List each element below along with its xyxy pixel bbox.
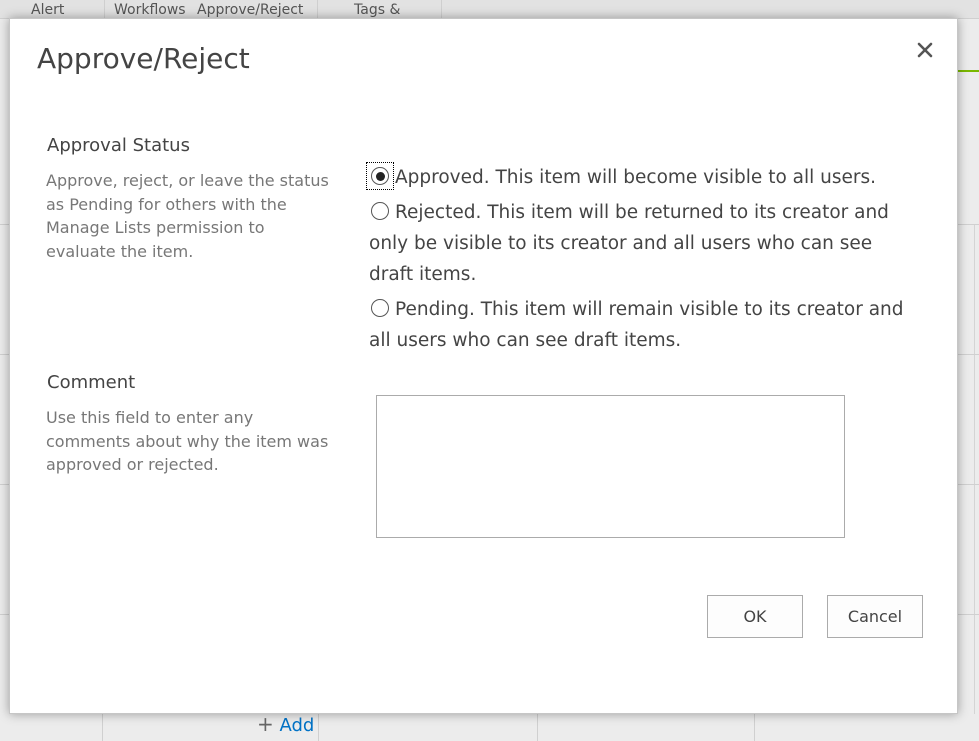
approve-reject-dialog: Approve/Reject Approval Status Approve, … xyxy=(9,18,958,714)
radio-rejected-circle[interactable] xyxy=(371,202,389,220)
ok-button[interactable]: OK xyxy=(707,595,803,638)
background-grid-line xyxy=(957,354,979,355)
cancel-button[interactable]: Cancel xyxy=(827,595,923,638)
radio-approved-circle[interactable] xyxy=(371,167,389,185)
radio-rejected-label[interactable]: Rejected. This item will be returned to … xyxy=(369,202,889,285)
ribbon-tab-approve-reject[interactable]: Approve/Reject xyxy=(197,2,303,18)
radio-option-rejected[interactable]: Rejected. This item will be returned to … xyxy=(369,197,909,290)
close-button[interactable] xyxy=(912,37,938,63)
dialog-title: Approve/Reject xyxy=(37,42,250,75)
comment-description: Use this field to enter any comments abo… xyxy=(46,408,329,474)
add-link-label: Add xyxy=(279,715,315,736)
background-ribbon: Alert Workflows Approve/Reject Tags & xyxy=(0,0,979,19)
comment-textarea[interactable] xyxy=(376,395,845,538)
radio-option-approved[interactable]: Approved. This item will become visible … xyxy=(366,162,909,193)
comment-title: Comment xyxy=(47,372,136,393)
radio-option-pending[interactable]: Pending. This item will remain visible t… xyxy=(369,294,909,356)
background-grid-line xyxy=(0,484,9,485)
background-add-link[interactable]: + Add xyxy=(257,712,314,736)
plus-icon: + xyxy=(257,712,274,736)
background-grid-line xyxy=(0,614,9,615)
background-grid-line xyxy=(754,712,755,741)
ribbon-separator xyxy=(317,0,318,18)
background-grid-line xyxy=(102,712,103,741)
ribbon-tab-tags[interactable]: Tags & xyxy=(354,2,400,18)
background-grid-line xyxy=(318,712,319,741)
background-grid-line xyxy=(0,224,9,225)
background-grid-line xyxy=(537,712,538,741)
radio-rejected[interactable] xyxy=(369,200,391,222)
radio-pending-label[interactable]: Pending. This item will remain visible t… xyxy=(369,299,904,351)
background-grid-line xyxy=(0,354,9,355)
radio-approved-label[interactable]: Approved. This item will become visible … xyxy=(395,167,876,188)
close-icon xyxy=(917,42,933,58)
background-grid-line xyxy=(974,224,975,714)
background-accent-line xyxy=(958,70,979,72)
radio-pending[interactable] xyxy=(369,297,391,319)
approval-status-description: Approve, reject, or leave the status as … xyxy=(46,171,329,261)
background-grid-line xyxy=(957,484,979,485)
ribbon-tab-workflows[interactable]: Workflows xyxy=(114,2,186,18)
radio-pending-circle[interactable] xyxy=(371,299,389,317)
approval-status-title: Approval Status xyxy=(47,135,190,156)
approval-status-radio-group: Approved. This item will become visible … xyxy=(366,162,909,360)
ribbon-separator xyxy=(104,0,105,18)
background-grid-line xyxy=(957,224,979,225)
ribbon-separator xyxy=(441,0,442,18)
radio-approved[interactable] xyxy=(366,162,394,190)
background-grid-line xyxy=(957,614,979,615)
ribbon-tab-alert[interactable]: Alert xyxy=(31,2,64,18)
